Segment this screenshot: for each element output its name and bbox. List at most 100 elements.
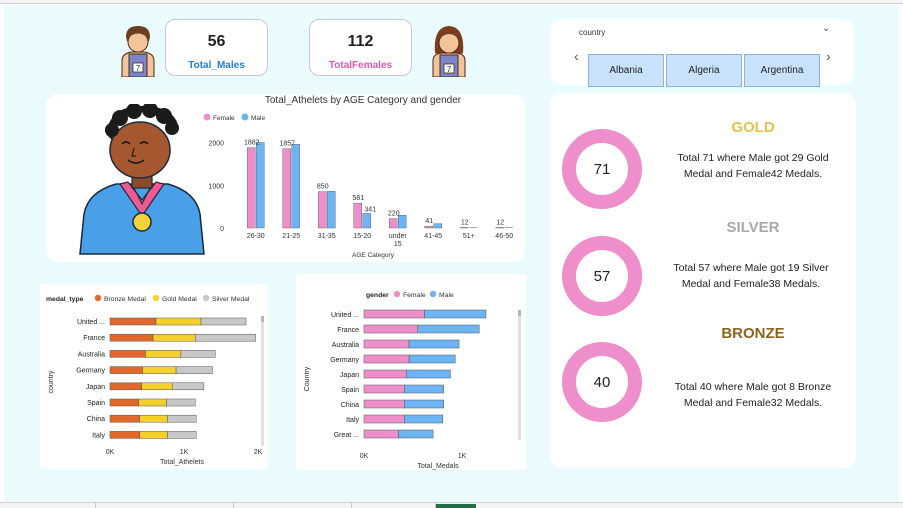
medal-chart-scrollbar[interactable] [261, 316, 264, 446]
y-tick-label: 0 [220, 226, 224, 233]
svg-text:7: 7 [447, 65, 452, 74]
data-label: 1882 [244, 140, 260, 147]
bar-segment [363, 399, 405, 409]
bronze-summary-line1: Total 40 where Male got 8 Bronze [674, 381, 832, 393]
data-label: 12 [461, 219, 469, 226]
cartoon-medalist-icon [79, 104, 205, 255]
tab-segment [96, 503, 234, 508]
y-tick-label: Australia [78, 351, 105, 358]
scrollbar-thumb[interactable] [518, 310, 521, 316]
bar-segment [139, 431, 168, 439]
medal-type-chart: medal_type Bronze Medal Gold Medal Silver M… [46, 294, 263, 466]
bar-segment [109, 398, 139, 407]
chart-title: Total_Athelets by AGE Category and gende… [265, 95, 462, 106]
bar-segment [175, 366, 213, 374]
kpi-total-females-value: 112 [347, 33, 374, 50]
legend-label: Male [439, 292, 454, 299]
kpi-total-females-label: TotalFemales [328, 60, 393, 71]
svg-text:7: 7 [136, 64, 141, 73]
bar-segment [141, 382, 173, 391]
slicer-item-algeria[interactable]: Algeria [666, 54, 742, 87]
bar-segment [398, 429, 434, 439]
silver-summary: Total 57 where Male got 19 Silver Medal … [656, 260, 846, 292]
bar-segment [363, 324, 419, 334]
slicer-item-albania[interactable]: Albania [588, 54, 664, 87]
y-tick-label: Spain [341, 387, 359, 394]
y-tick-label: China [87, 416, 105, 423]
bar-segment [167, 431, 197, 439]
gender-chart-scrollbar[interactable] [518, 310, 521, 440]
y-tick-label: France [83, 335, 105, 342]
legend-marker [94, 294, 102, 302]
bar-segment [408, 354, 456, 364]
bar-segment [109, 431, 140, 439]
bar-segment [172, 382, 205, 391]
bar-segment [363, 414, 405, 424]
female-athlete-icon: 7 [432, 26, 466, 77]
bar-segment [109, 414, 140, 423]
scrollbar-thumb[interactable] [261, 316, 264, 322]
legend-title: medal_type [46, 296, 84, 303]
bar-segment [138, 398, 167, 407]
bar-segment [109, 350, 146, 358]
chevron-down-icon[interactable]: ⌄ [822, 23, 830, 34]
y-tick-label: Italy [346, 417, 359, 424]
gender-medals-chart: gender Female Male United ... France Australi… [304, 290, 487, 470]
bar-segment [194, 333, 256, 342]
chevron-left-icon[interactable]: ‹ [574, 48, 579, 64]
slicer-item-argentina[interactable]: Argentina [744, 54, 820, 87]
y-tick-label: Spain [87, 400, 105, 407]
bronze-summary: Total 40 where Male got 8 Bronze Medal a… [658, 379, 848, 411]
tab-segment [352, 503, 436, 508]
bottom-strip [0, 502, 903, 508]
legend-male-marker [241, 113, 249, 121]
legend-label: Bronze Medal [104, 296, 146, 303]
active-sheet-tab[interactable] [436, 504, 476, 508]
bar-segment [166, 398, 196, 407]
dashboard-canvas: 7 56 Total_Males 112 TotalFemales 7 coun… [4, 5, 899, 502]
bar-segment [142, 366, 177, 374]
bar-segment [404, 384, 444, 394]
bar-female [389, 218, 398, 229]
legend-female-label: Female [213, 115, 235, 122]
y-tick-label: Japan [86, 384, 105, 391]
donut-value: 71 [594, 161, 611, 178]
data-label: 1857 [279, 141, 295, 148]
bar-male [504, 227, 513, 228]
bar-male [291, 144, 300, 229]
y-axis-title: country [48, 370, 55, 393]
silver-title: SILVER [726, 219, 780, 236]
bar-segment [408, 339, 460, 349]
legend-marker [152, 294, 160, 302]
kpi-total-females: 112 TotalFemales [309, 19, 412, 76]
bar-segment [363, 384, 405, 394]
medal-type-card: medal_type Bronze Medal Gold Medal Silver M… [40, 284, 268, 469]
bronze-summary-line2: Medal and Female32 Medals. [683, 397, 823, 409]
y-tick-label: Australia [332, 342, 359, 349]
x-tick-label: 1K [180, 449, 189, 456]
data-label: 41 [425, 218, 433, 225]
y-tick-label: 2000 [208, 141, 224, 148]
gender-medals-card: gender Female Male United ... France Australi… [296, 274, 526, 470]
bar-male [327, 191, 336, 229]
bar-segment [404, 414, 443, 424]
legend-marker [393, 290, 401, 298]
bar-male [469, 227, 478, 228]
y-tick-label: Italy [92, 432, 105, 439]
y-tick-label: Germany [76, 368, 105, 375]
legend-marker [202, 294, 210, 302]
x-axis-title: Total_Medals [417, 463, 459, 470]
chevron-right-icon[interactable]: › [826, 48, 831, 64]
bar-segment [424, 309, 487, 319]
gold-summary-line2: Medal and Female42 Medals. [683, 168, 823, 180]
bar-segment [109, 366, 143, 374]
legend-label: Female [403, 292, 426, 299]
bar-male [433, 223, 442, 229]
bar-female [318, 191, 327, 229]
silver-summary-line2: Medal and Female38 Medals. [681, 278, 821, 290]
bar-segment [139, 414, 168, 423]
y-tick-label: China [341, 402, 359, 409]
silver-summary-line1: Total 57 where Male got 19 Silver [673, 262, 829, 274]
x-tick-label: 1K [458, 453, 467, 460]
bar-female [495, 227, 504, 229]
